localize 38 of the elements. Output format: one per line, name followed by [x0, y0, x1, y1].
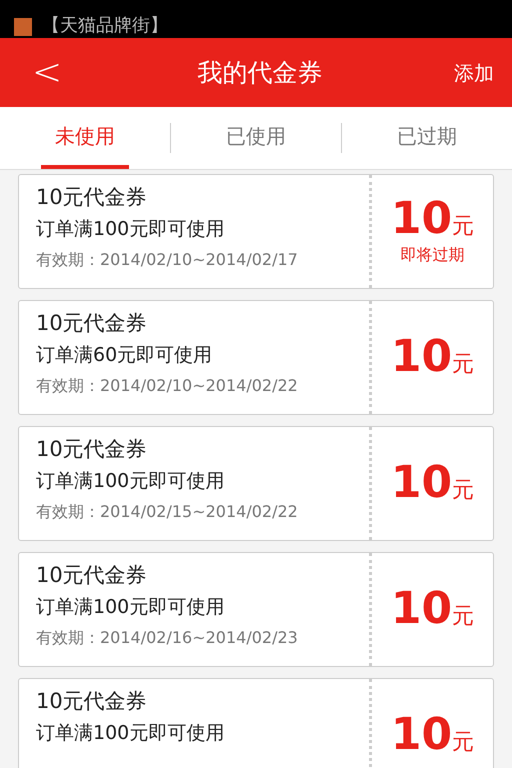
coupon-title: 10元代金券 — [36, 688, 148, 715]
validity-text: 有效期：2014/02/15~2014/02/22 — [36, 501, 299, 523]
coupon-condition: 订单满100元即可使用 — [36, 217, 226, 242]
coupon-condition: 订单满60元即可使用 — [36, 343, 214, 368]
currency-unit: 元 — [452, 602, 474, 630]
coupon-title: 10元代金券 — [36, 310, 148, 337]
validity-text: 有效期：2014/02/10~2014/02/17 — [36, 249, 299, 271]
currency-unit: 元 — [452, 350, 474, 378]
coupon-card[interactable]: 10元代金券 订单满100元即可使用 10元 — [18, 678, 494, 768]
validity-text: 有效期：2014/02/10~2014/02/22 — [36, 375, 299, 397]
coupon-amount: 10 — [390, 196, 452, 240]
tab[interactable]: 未使用 — [0, 107, 170, 169]
coupon-amount: 10 — [390, 334, 452, 378]
currency-unit: 元 — [452, 212, 474, 240]
coupon-card[interactable]: 10元代金券 订单满100元即可使用 有效期：2014/02/10~2014/02/17 10元 即将过期 — [18, 174, 494, 289]
validity-text: 有效期：2014/02/16~2014/02/23 — [36, 627, 299, 649]
currency-unit: 元 — [452, 728, 474, 756]
coupon-condition: 订单满100元即可使用 — [36, 595, 226, 620]
currency-unit: 元 — [452, 476, 474, 504]
page-title: 我的代金券 — [196, 56, 324, 89]
add-button[interactable]: 添加 — [454, 58, 494, 88]
tab[interactable]: 已使用 — [171, 107, 341, 169]
tab[interactable]: 已过期 — [342, 107, 512, 169]
coupon-card[interactable]: 10元代金券 订单满60元即可使用 有效期：2014/02/10~2014/02/22 10元 — [18, 300, 494, 415]
app-icon — [14, 18, 32, 36]
notification-text: 【天猫品牌街】 — [42, 16, 168, 36]
coupon-amount: 10 — [390, 586, 452, 630]
coupon-amount: 10 — [390, 712, 452, 756]
coupon-card[interactable]: 10元代金券 订单满100元即可使用 有效期：2014/02/15~2014/02/22 10元 — [18, 426, 494, 541]
coupon-card[interactable]: 10元代金券 订单满100元即可使用 有效期：2014/02/16~2014/02/23 10元 — [18, 552, 494, 667]
coupon-condition: 订单满100元即可使用 — [36, 469, 226, 494]
back-button[interactable]: < — [28, 54, 66, 90]
coupon-title: 10元代金券 — [36, 562, 148, 589]
coupon-condition: 订单满100元即可使用 — [36, 721, 226, 746]
expiry-note: 即将过期 — [400, 244, 464, 266]
coupon-amount: 10 — [390, 460, 452, 504]
coupon-title: 10元代金券 — [36, 436, 148, 463]
coupon-title: 10元代金券 — [36, 184, 148, 211]
